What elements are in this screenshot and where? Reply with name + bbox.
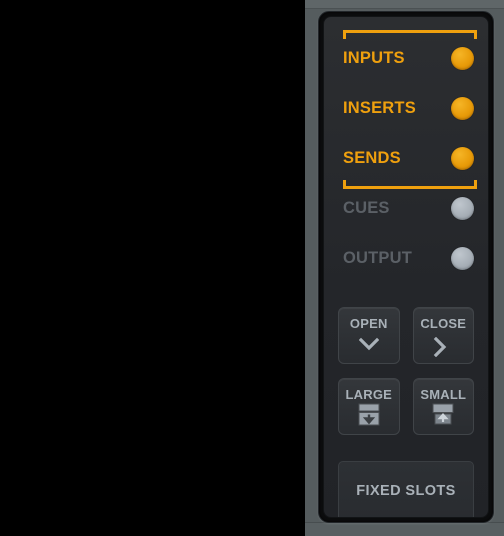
view-row-sends[interactable]: SENDS	[324, 133, 488, 183]
screen-root: INPUTS INSERTS SENDS CUES OUTPUT OPEN CL…	[0, 0, 504, 536]
chevron-right-icon	[433, 333, 453, 357]
led-indicator-output[interactable]	[451, 246, 474, 270]
view-row-label-inserts: INSERTS	[343, 98, 416, 117]
close-button-label: CLOSE	[420, 315, 467, 331]
led-indicator-inserts[interactable]	[451, 96, 474, 120]
led-indicator-sends[interactable]	[451, 146, 474, 170]
chevron-down-icon	[358, 333, 379, 355]
view-row-list: INPUTS INSERTS SENDS CUES OUTPUT	[324, 17, 488, 283]
view-options-panel-inner: INPUTS INSERTS SENDS CUES OUTPUT OPEN CL…	[323, 16, 489, 518]
bezel-bottom-bar	[305, 522, 504, 536]
open-button-label: OPEN	[349, 315, 388, 331]
view-row-label-sends: SENDS	[343, 148, 401, 167]
view-row-label-output: OUTPUT	[343, 248, 413, 267]
bezel-top-bar	[305, 0, 504, 9]
large-button[interactable]: LARGE	[338, 378, 400, 435]
editor-canvas	[0, 0, 305, 536]
large-button-label: LARGE	[345, 386, 392, 402]
view-row-inserts[interactable]: INSERTS	[324, 83, 488, 133]
collapse-up-icon	[430, 403, 456, 426]
view-options-panel: INPUTS INSERTS SENDS CUES OUTPUT OPEN CL…	[318, 11, 494, 523]
view-row-output[interactable]: OUTPUT	[324, 233, 488, 283]
view-row-label-inputs: INPUTS	[343, 48, 405, 67]
small-button-label: SMALL	[420, 386, 467, 402]
led-indicator-cues[interactable]	[451, 196, 474, 220]
open-close-button-group: OPEN CLOSE	[338, 307, 474, 364]
expand-down-icon	[356, 403, 382, 426]
led-indicator-inputs[interactable]	[451, 46, 474, 70]
open-button[interactable]: OPEN	[338, 307, 400, 364]
fixed-slots-button-label: FIXED SLOTS	[356, 483, 456, 499]
view-row-label-cues: CUES	[343, 198, 390, 217]
small-button[interactable]: SMALL	[412, 378, 474, 435]
view-row-cues[interactable]: CUES	[324, 183, 488, 233]
view-row-inputs[interactable]: INPUTS	[324, 33, 488, 83]
fixed-slots-button[interactable]: FIXED SLOTS	[338, 461, 474, 517]
size-button-group: LARGE SMALL	[338, 378, 474, 435]
close-button[interactable]: CLOSE	[412, 307, 474, 364]
